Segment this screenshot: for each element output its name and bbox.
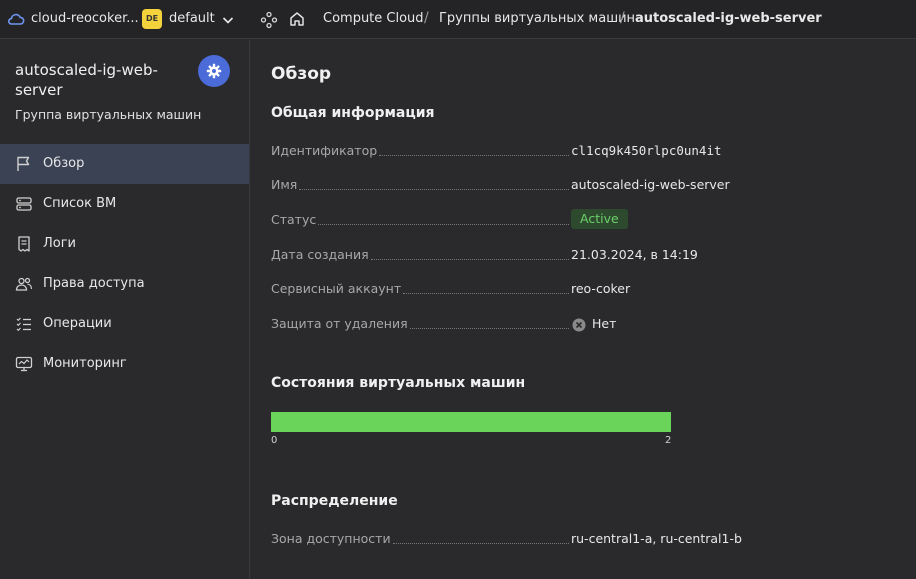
status-badge: Active — [571, 209, 628, 229]
info-row-zone: Зона доступности ru-central1-a, ru-centr… — [271, 531, 871, 549]
sidebar-title: autoscaled-ig-web-server — [15, 61, 158, 99]
breadcrumb-compute-cloud[interactable]: Compute Cloud — [323, 11, 424, 26]
monitoring-icon — [15, 356, 33, 372]
name-value[interactable]: autoscaled-ig-web-server — [571, 177, 730, 192]
logs-icon — [18, 236, 30, 252]
sidebar-item-label: Мониторинг — [43, 356, 127, 371]
page-title: Обзор — [271, 64, 332, 84]
zone-label: Зона доступности — [271, 531, 391, 546]
home-icon[interactable] — [288, 10, 306, 28]
sidebar-item-label: Список ВМ — [43, 196, 117, 211]
folder-badge: DE — [142, 9, 162, 29]
vm-states-bar[interactable] — [271, 412, 671, 432]
breadcrumb-separator: / — [424, 10, 429, 26]
sidebar-item-label: Операции — [43, 316, 112, 331]
leader-dots — [392, 531, 569, 544]
vm-states-bar-running[interactable] — [271, 412, 671, 432]
top-bar: cloud-reocoker... DE default Compute Clo… — [0, 0, 916, 39]
leader-dots — [379, 143, 569, 156]
sidebar-item-label: Обзор — [43, 156, 85, 171]
info-row-deletion-protection: Защита от удаления Нет — [271, 316, 871, 334]
info-row-created: Дата создания 21.03.2024, в 14:19 — [271, 247, 871, 265]
deletion-protection-label: Защита от удаления — [271, 316, 408, 331]
breadcrumb-instance-groups[interactable]: Группы виртуальных машин — [439, 11, 635, 26]
cloud-icon[interactable] — [7, 11, 25, 27]
sidebar-item-vm-list[interactable]: Список ВМ — [0, 184, 249, 224]
id-label: Идентификатор — [271, 143, 378, 158]
breadcrumb-current: autoscaled-ig-web-server — [635, 11, 822, 26]
services-icon[interactable] — [260, 11, 278, 29]
breadcrumb-separator: / — [620, 10, 625, 26]
distribution-title: Распределение — [271, 493, 398, 509]
created-value: 21.03.2024, в 14:19 — [571, 247, 698, 262]
close-circle-icon — [572, 318, 586, 332]
leader-dots — [318, 212, 569, 225]
sidebar-item-label: Логи — [43, 236, 77, 251]
main-content: Обзор Общая информация Идентификатор cl1… — [251, 40, 916, 579]
chevron-down-icon[interactable] — [221, 13, 235, 27]
gear-icon — [206, 63, 222, 79]
service-account-label: Сервисный аккаунт — [271, 281, 402, 296]
general-info-title: Общая информация — [271, 105, 435, 121]
sidebar-item-overview[interactable]: Обзор — [0, 144, 249, 184]
sidebar-item-access[interactable]: Права доступа — [0, 264, 249, 304]
created-label: Дата создания — [271, 247, 369, 262]
leader-dots — [299, 177, 569, 190]
name-label: Имя — [271, 177, 298, 192]
vm-states-bar-max: 2 — [665, 435, 672, 446]
info-row-status: Статус Active — [271, 209, 871, 230]
operations-icon — [16, 317, 31, 332]
sidebar-item-label: Права доступа — [43, 276, 145, 291]
status-label: Статус — [271, 212, 317, 227]
zone-value: ru-central1-a, ru-central1-b — [571, 531, 742, 546]
id-value[interactable]: cl1cq9k450rlpc0un4it — [571, 143, 722, 158]
flag-icon — [17, 156, 30, 171]
vm-states-bar-min: 0 — [271, 435, 278, 446]
leader-dots — [370, 247, 569, 260]
leader-dots — [409, 316, 569, 329]
sidebar-item-monitoring[interactable]: Мониторинг — [0, 344, 249, 384]
settings-button[interactable] — [198, 55, 230, 87]
users-icon — [15, 277, 33, 291]
sidebar-item-operations[interactable]: Операции — [0, 304, 249, 344]
folder-selector[interactable]: default — [169, 11, 215, 26]
info-row-id: Идентификатор cl1cq9k450rlpc0un4it — [271, 143, 871, 161]
vm-states-title: Состояния виртуальных машин — [271, 375, 526, 391]
sidebar-item-logs[interactable]: Логи — [0, 224, 249, 264]
deletion-protection-value: Нет — [592, 316, 617, 331]
vm-list-icon — [16, 197, 32, 211]
service-account-link[interactable]: reo-coker — [571, 281, 630, 296]
leader-dots — [403, 281, 569, 294]
sidebar-subtitle: Группа виртуальных машин — [15, 107, 202, 122]
sidebar: autoscaled-ig-web-server Группа виртуаль… — [0, 40, 250, 579]
info-row-service-account: Сервисный аккаунт reo-coker — [271, 281, 871, 299]
info-row-name: Имя autoscaled-ig-web-server — [271, 177, 871, 195]
cloud-selector[interactable]: cloud-reocoker... — [31, 11, 139, 26]
